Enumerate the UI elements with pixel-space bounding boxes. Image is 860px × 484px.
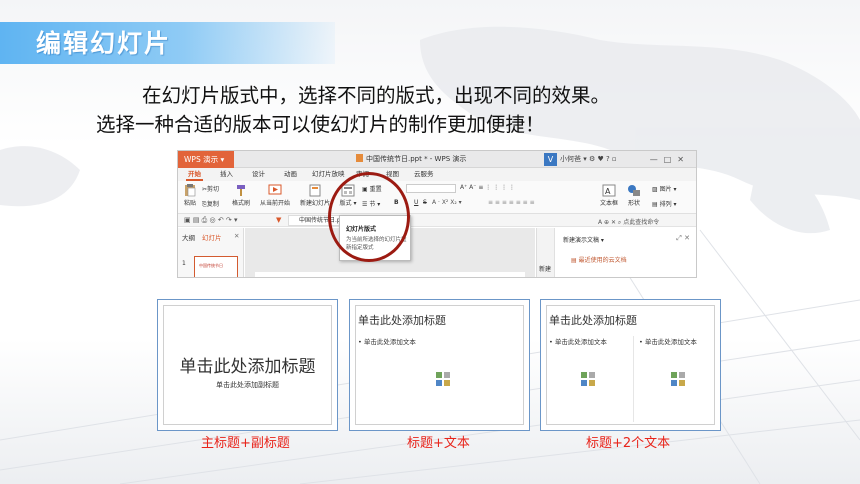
tab-slideshow[interactable]: 幻灯片放映 [312, 168, 345, 181]
tab-animation[interactable]: 动画 [284, 168, 297, 181]
layout-subtitle-placeholder: 单击此处添加副标题 [216, 381, 279, 389]
textbox-button[interactable]: A 文本框 [598, 184, 620, 207]
layout-title-two-text[interactable]: 单击此处添加标题 • 单击此处添加文本 • 单击此处添加文本 [540, 299, 721, 431]
avatar: V [544, 153, 557, 166]
layout-bullet-placeholder: • 单击此处添加文本 [358, 338, 416, 346]
column-divider [633, 336, 634, 422]
intro-line-2: 选择一种合适的版本可以使幻灯片的制作更加便捷！ [96, 113, 545, 136]
tab-slides[interactable]: 幻灯片 [202, 232, 222, 242]
cloud-doc-icon: ▤ [571, 257, 577, 264]
recent-cloud-docs-link[interactable]: ▤ 最近使用的云文档 [571, 255, 627, 264]
svg-text:A: A [605, 187, 611, 196]
tab-home[interactable]: 开始 [186, 168, 203, 181]
tab-outline[interactable]: 大纲 [182, 232, 195, 242]
layout-bullet-right: • 单击此处添加文本 [639, 338, 697, 346]
tab-cloud[interactable]: 云服务 [414, 168, 434, 181]
font-grow-buttons[interactable]: A⁺ A⁻ ≡ ⋮ ⋮ ⋮ ⋮ [460, 184, 515, 191]
new-slide-button[interactable]: 新建幻灯片 [298, 184, 332, 207]
arrange-icon: ▤ [652, 201, 658, 208]
new-button[interactable]: 新建 [539, 264, 551, 273]
search-command[interactable]: A ⊕ ✕ ⌕ 点此查找命令 [598, 217, 659, 227]
quick-access-bar: ▣ ▤ ⎙ ◎ ↶ ↷ ▾ ▼ 中国传统节日.p... A ⊕ ✕ ⌕ 点此查找… [178, 214, 696, 227]
underline-button[interactable]: U [414, 199, 418, 206]
layout-preview-frame: 单击此处添加标题 • 单击此处添加文本 • 单击此处添加文本 [546, 305, 715, 425]
layout-title-placeholder: 单击此处添加标题 [358, 314, 446, 327]
brush-icon [237, 185, 245, 196]
caption-title-two-text: 标题+2个文本 [586, 436, 671, 451]
ribbon-tabs: 开始 插入 设计 动画 幻灯片放映 审阅 视图 云服务 [178, 168, 696, 181]
caption-title-text: 标题+文本 [407, 436, 470, 451]
layout-title-placeholder: 单击此处添加标题 [549, 314, 637, 327]
layout-preview-frame: 单击此处添加标题 • 单击此处添加文本 [355, 305, 524, 425]
wps-window-screenshot: WPS 演示 ▾ 中国传统节日.ppt * - WPS 演示 V 小何爸 ▾ ⚙ … [177, 150, 697, 278]
intro-line-1: 在幻灯片版式中，选择不同的版式，出现不同的效果。 [142, 84, 611, 107]
page-title: 编辑幻灯片 [36, 29, 172, 58]
picture-icon: ▨ [652, 186, 658, 193]
search-icon: ⌕ [617, 219, 622, 226]
play-slide-icon [268, 184, 282, 195]
quick-access-icons[interactable]: ▣ ▤ ⎙ ◎ ↶ ↷ ▾ [184, 216, 238, 225]
tab-dropdown-icon[interactable]: ▼ [276, 216, 281, 224]
task-pane-controls[interactable]: ⤢ ✕ [676, 234, 690, 243]
window-controls[interactable]: —□✕ [650, 151, 690, 168]
layout-title-text[interactable]: 单击此处添加标题 • 单击此处添加文本 [349, 299, 530, 431]
tab-design[interactable]: 设计 [252, 168, 265, 181]
arrange-button[interactable]: ▤ 排列 ▾ [652, 199, 677, 208]
tab-insert[interactable]: 插入 [220, 168, 233, 181]
ppt-file-icon [356, 154, 363, 162]
layout-title-placeholder: 单击此处添加标题 [179, 357, 316, 377]
insert-content-icon [671, 372, 685, 386]
from-current-button[interactable]: 从当前开始 [258, 184, 292, 207]
copy-button[interactable]: ⎘复制 [202, 199, 219, 209]
cut-button[interactable]: ✂剪切 [202, 184, 219, 193]
layout-preview-frame: 单击此处添加标题 单击此处添加副标题 [163, 305, 332, 425]
slides-panel: 大纲 幻灯片 ✕ 1 中国传统节日 [178, 228, 244, 277]
layout-title-subtitle[interactable]: 单击此处添加标题 单击此处添加副标题 [157, 299, 338, 431]
align-buttons[interactable]: ≡ ≡ ≡ ≡ ≡ ≡ ≡ [488, 199, 535, 206]
title-bar: WPS 演示 ▾ 中国传统节日.ppt * - WPS 演示 V 小何爸 ▾ ⚙ … [178, 151, 696, 168]
insert-content-icon [581, 372, 595, 386]
wps-app-button[interactable]: WPS 演示 ▾ [178, 151, 234, 168]
textbox-icon: A [602, 184, 616, 197]
ribbon-home: 粘贴 ✂剪切 ⎘复制 格式刷 从当前开始 新建幻灯片 版式 ▾ ▣ 重置 ☰ 节… [178, 181, 696, 214]
shape-button[interactable]: 形状 [624, 184, 644, 207]
slide-canvas[interactable] [255, 272, 525, 277]
insert-content-icon [436, 372, 450, 386]
slide-thumbnail[interactable]: 中国传统节日 [194, 256, 238, 277]
task-pane-title: 新建演示文稿 ▾ [563, 237, 604, 244]
format-painter-button[interactable]: 格式刷 [230, 184, 252, 207]
document-title: 中国传统节日.ppt * - WPS 演示 [356, 151, 466, 168]
highlight-circle [328, 172, 410, 262]
picture-button[interactable]: ▨ 图片 ▾ [652, 184, 677, 193]
font-effects-buttons[interactable]: A · X² X₂ ▾ [432, 199, 462, 206]
shape-icon [628, 185, 640, 196]
slide-number: 1 [182, 260, 186, 267]
layout-bullet-left: • 单击此处添加文本 [549, 338, 607, 346]
new-slide-icon [309, 184, 321, 197]
paste-button[interactable]: 粘贴 [182, 184, 198, 207]
strike-button[interactable]: S [423, 199, 427, 206]
caption-title-subtitle: 主标题+副标题 [201, 436, 290, 451]
user-area[interactable]: V 小何爸 ▾ ⚙ ♥ ? ▫ [544, 153, 617, 166]
task-pane: 新建演示文稿 ▾ ⤢ ✕ ▤ 最近使用的云文档 新建 [536, 228, 696, 277]
thumbnail-title: 中国传统节日 [199, 263, 223, 268]
close-panel-icon[interactable]: ✕ [234, 232, 239, 240]
paste-icon [185, 184, 196, 197]
font-size-select[interactable] [406, 184, 456, 193]
